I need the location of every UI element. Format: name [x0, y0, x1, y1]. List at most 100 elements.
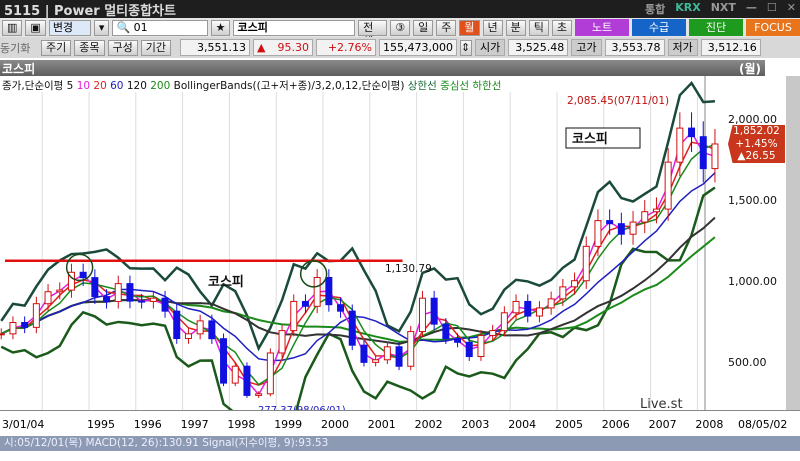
status-item[interactable]: KRX [675, 1, 700, 17]
candle-body [594, 220, 602, 247]
candle-body [114, 283, 122, 302]
candle-body [617, 223, 625, 235]
refresh-icon[interactable]: ③ [390, 19, 411, 36]
candle-body [313, 276, 321, 307]
spinner[interactable]: ⇕ [460, 39, 472, 56]
candle-body [231, 365, 239, 384]
low-label: 저가 [667, 39, 698, 56]
chart-label: 코스피 [208, 275, 244, 290]
layout-icon[interactable]: ▥ [2, 19, 23, 36]
ma20-line [0, 141, 716, 386]
period-day[interactable]: 일 [413, 19, 434, 36]
chevron-down-icon[interactable]: ▾ [93, 19, 110, 36]
quote-bar: 동기화 주기 종목 구성 기간 3,551.13 ▲ 95.30 +2.76% 1… [0, 37, 800, 58]
candle-body [442, 323, 450, 340]
diagnosis-button[interactable]: 진단 [689, 19, 743, 36]
candle-body [512, 300, 520, 314]
period-minute[interactable]: 분 [505, 19, 526, 36]
candle-body [9, 322, 17, 335]
candle-body [454, 338, 462, 343]
candle-body [220, 338, 228, 384]
supply-button[interactable]: 수급 [632, 19, 687, 36]
x-tick-label: 2006 [601, 418, 630, 431]
close-icon[interactable]: ✕ [787, 1, 796, 17]
candle-body [348, 310, 356, 346]
stock-name-field[interactable]: 코스피 [233, 19, 356, 36]
window-icon[interactable]: ▣ [25, 19, 46, 36]
candle-body [372, 359, 380, 363]
period-button[interactable]: 주기 [41, 39, 72, 56]
legend-prefix: 종가,단순이평 [2, 80, 64, 92]
ma200-line [0, 236, 716, 343]
star-icon[interactable]: ★ [210, 19, 231, 36]
chart-header: 코스피 (월) [0, 60, 765, 76]
open-label: 시가 [475, 39, 506, 56]
sync-label[interactable]: 동기화 [0, 40, 38, 56]
legend-bollinger: BollingerBands((고+저+종)/3,2,0,12,단순이평) [173, 80, 405, 92]
change-pct: +2.76% [316, 39, 376, 56]
badge-pct: +1.45% [735, 137, 778, 150]
change-value: ▲ 95.30 [253, 39, 313, 56]
status-item[interactable]: NXT [711, 1, 736, 17]
x-tick-label: 1999 [274, 418, 303, 431]
period-tick[interactable]: 틱 [528, 19, 549, 36]
ma10-line [0, 131, 716, 396]
status-item[interactable]: 통합 [645, 1, 665, 17]
all-button[interactable]: 전체 [358, 19, 388, 48]
period-month[interactable]: 월 [459, 19, 480, 36]
x-tick-label: 1995 [87, 418, 115, 431]
price-chart[interactable]: 2,085.45(07/11/01)1,130.79277.37(98/06/0… [0, 76, 786, 410]
x-tick-label: 08/05/02 [738, 418, 788, 431]
title-bar: 5115 | Power 멀티종합차트 통합 KRX NXT — ☐ ✕ [0, 0, 800, 19]
period-week[interactable]: 주 [436, 19, 457, 36]
legend-middle: 중심선 [440, 80, 470, 92]
open-value: 3,525.48 [508, 39, 569, 56]
volume-value: 155,473,000 [379, 39, 457, 56]
candle-body [208, 320, 216, 340]
search-icon[interactable]: 🔍 [116, 21, 130, 34]
price-value: 3,551.13 [180, 39, 250, 56]
x-tick-label: 2000 [321, 418, 349, 431]
range-button[interactable]: 기간 [140, 39, 171, 56]
note-button[interactable]: 노트 [575, 19, 630, 36]
high-label: 고가 [571, 39, 602, 56]
drawing-toolbar[interactable] [786, 76, 800, 416]
candle-body [571, 280, 579, 288]
period-second[interactable]: 초 [551, 19, 573, 36]
change-button[interactable]: 변경 [48, 19, 91, 36]
chart-label: 코스피 [572, 132, 608, 147]
candle-body [629, 221, 637, 235]
y-tick-label: 500.00 [728, 356, 767, 369]
candle-body [243, 365, 251, 396]
legend-upper: 상한선 [407, 80, 437, 92]
legend-ma120: 120 [126, 80, 147, 92]
candle-body [547, 298, 555, 309]
x-tick-label: 1998 [227, 418, 256, 431]
candle-body [301, 300, 309, 307]
chart-period: (월) [738, 62, 761, 76]
minimize-icon[interactable]: — [746, 1, 757, 17]
legend-ma20: 20 [93, 80, 107, 92]
high-annotation: 2,085.45(07/11/01) [567, 95, 669, 107]
candle-body [500, 312, 508, 332]
y-tick-label: 1,000.00 [728, 275, 777, 288]
window-title: 5115 | Power 멀티종합차트 [4, 3, 176, 19]
candle-body [0, 333, 5, 336]
candle-body [337, 304, 345, 312]
candle-body [278, 330, 286, 354]
code-input[interactable]: 🔍 01 [112, 19, 208, 36]
config-button[interactable]: 구성 [107, 39, 138, 56]
candle-body [149, 297, 157, 302]
legend-ma200: 200 [150, 80, 171, 92]
up-arrow-icon: ▲ [257, 41, 266, 54]
stock-button[interactable]: 종목 [74, 39, 105, 56]
maximize-icon[interactable]: ☐ [767, 1, 777, 17]
y-tick-label: 2,000.00 [728, 113, 777, 126]
x-tick-label: 3/01/04 [2, 418, 45, 431]
candle-body [266, 352, 274, 395]
candle-body [676, 127, 684, 163]
candle-body [325, 276, 333, 306]
focus-button[interactable]: FOCUS [746, 19, 800, 36]
badge-change: ▲26.55 [737, 150, 776, 162]
period-year[interactable]: 년 [482, 19, 503, 36]
